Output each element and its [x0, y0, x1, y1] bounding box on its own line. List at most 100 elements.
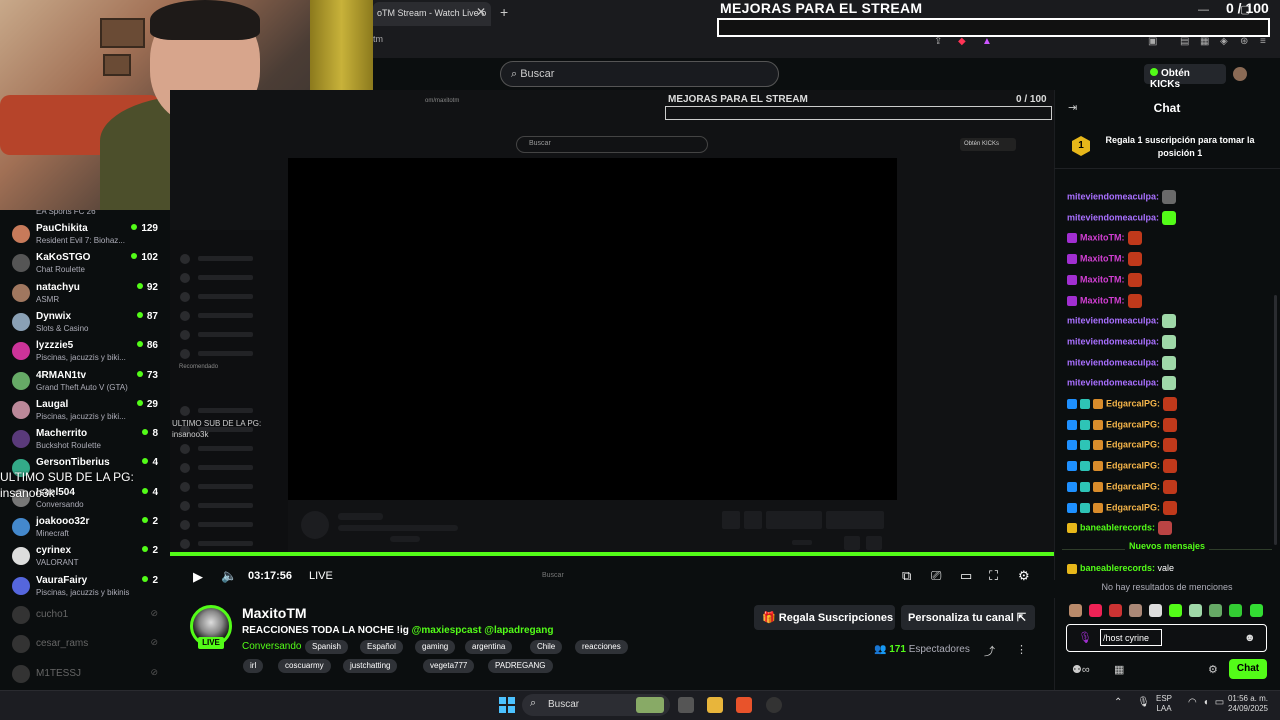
chat-mod-tools-icon[interactable]: ⚉∞: [1072, 663, 1090, 676]
emote-icon[interactable]: [1229, 604, 1242, 617]
pip-icon[interactable]: ⧉: [902, 568, 911, 584]
chat-username[interactable]: miteviendomeaculpa: [1067, 357, 1156, 367]
emote-icon[interactable]: [1129, 604, 1142, 617]
sidebar-channel-item[interactable]: joakooo32r Minecraft 2: [0, 513, 170, 542]
sidebar-channel-item[interactable]: Dynwix Slots & Casino 87: [0, 308, 170, 337]
chat-username[interactable]: EdgarcalPG: [1106, 398, 1157, 408]
wallet-icon[interactable]: ▦: [1200, 36, 1209, 47]
network-volume-battery-icons[interactable]: ◠◖▭: [1188, 697, 1230, 708]
tray-icons[interactable]: ⌃ 🎙: [1114, 697, 1156, 708]
emote-icon[interactable]: [1069, 604, 1082, 617]
search-highlight-icon[interactable]: [636, 697, 664, 713]
stream-tag[interactable]: justchatting: [343, 659, 398, 673]
sidebar-channel-item[interactable]: 4RMAN1tv Grand Theft Auto V (GTA) 73: [0, 367, 170, 396]
chat-username[interactable]: miteviendomeaculpa: [1067, 212, 1156, 222]
sidebar-channel-item[interactable]: Macherrito Buckshot Roulette 8: [0, 425, 170, 454]
chat-username[interactable]: EdgarcalPG: [1106, 440, 1157, 450]
send-chat-button[interactable]: Chat: [1229, 659, 1267, 679]
chat-username[interactable]: miteviendomeaculpa: [1067, 191, 1156, 201]
share-page-icon[interactable]: ⇪: [934, 36, 942, 47]
stream-category[interactable]: Conversando: [242, 641, 301, 652]
chat-username[interactable]: miteviendomeaculpa: [1067, 316, 1156, 326]
chat-username[interactable]: EdgarcalPG: [1106, 502, 1157, 512]
stream-tag[interactable]: gaming: [415, 640, 456, 654]
chat-input-value[interactable]: /host cyrine: [1100, 629, 1162, 646]
fullscreen-icon[interactable]: ⛶: [989, 568, 998, 584]
chat-username[interactable]: EdgarcalPG: [1106, 419, 1157, 429]
chat-store-icon[interactable]: ▦: [1114, 663, 1124, 676]
brave-browser-icon[interactable]: [736, 697, 752, 713]
search-input[interactable]: ⌕ Buscar: [500, 61, 779, 87]
emote-icon[interactable]: [1109, 604, 1122, 617]
emote-icon[interactable]: [1089, 604, 1102, 617]
live-indicator[interactable]: LIVE: [309, 570, 333, 582]
user-avatar[interactable]: [1233, 67, 1247, 81]
volume-icon[interactable]: 🔈: [221, 568, 237, 584]
sidebar-channel-item[interactable]: lyzzzie5 Piscinas, jacuzzis y biki... 86: [0, 337, 170, 366]
system-clock[interactable]: 01:56 a. m. 24/09/2025: [1226, 694, 1268, 714]
stream-tag[interactable]: Español: [360, 640, 403, 654]
obs-icon[interactable]: [766, 697, 782, 713]
windows-start-icon[interactable]: [499, 697, 515, 713]
sidebar-toggle-icon[interactable]: ▤: [1180, 36, 1189, 47]
sidebar-offline-item[interactable]: M1TESSJ ⊘: [0, 660, 170, 689]
title-mention-1[interactable]: @maxiespcast: [412, 625, 482, 636]
clip-icon[interactable]: ⎚: [931, 568, 941, 584]
playback-progress-bar[interactable]: [170, 552, 1054, 556]
settings-gear-icon[interactable]: ⚙: [1018, 568, 1030, 584]
sidebar-offline-item[interactable]: cesar_rams ⊘: [0, 630, 170, 659]
customize-channel-button[interactable]: Personaliza tu canal ⇱: [901, 605, 1035, 630]
tab-close-icon[interactable]: ✕: [476, 5, 486, 19]
chat-scrollbar[interactable]: [1274, 295, 1277, 545]
emote-icon[interactable]: [1169, 604, 1182, 617]
more-options-icon[interactable]: ⋮: [1016, 643, 1027, 656]
sidebar-channel-item[interactable]: cyrinex VALORANT 2: [0, 542, 170, 571]
sidebar-channel-item[interactable]: Laugal Piscinas, jacuzzis y biki... 29: [0, 396, 170, 425]
stream-tag[interactable]: reacciones: [575, 640, 628, 654]
get-kicks-button[interactable]: Obtén KICKs: [1144, 64, 1226, 90]
sidebar-channel-item[interactable]: VauraFairy Piscinas, jacuzzis y bikinis 2: [0, 572, 170, 601]
stream-tag[interactable]: vegeta777: [423, 659, 475, 673]
browser-tab[interactable]: oTM Stream - Watch Live o: [373, 2, 491, 26]
share-icon[interactable]: ⤴: [984, 643, 995, 659]
stream-tag[interactable]: coscuarmy: [278, 659, 331, 673]
emote-icon[interactable]: [1250, 604, 1263, 617]
emote-icon[interactable]: [1209, 604, 1222, 617]
address-bar[interactable]: tm: [373, 34, 383, 44]
stream-tag[interactable]: irl: [243, 659, 264, 673]
extensions-icon[interactable]: ▣: [1148, 36, 1157, 47]
gift-subs-button[interactable]: 🎁 Regala Suscripciones: [754, 605, 895, 630]
chat-settings-icon[interactable]: ⚙: [1208, 663, 1218, 676]
stream-tag[interactable]: Spanish: [305, 640, 348, 654]
emoji-picker-icon[interactable]: ☻: [1244, 632, 1256, 644]
new-tab-icon[interactable]: +: [500, 4, 508, 20]
chat-username[interactable]: EdgarcalPG: [1106, 481, 1157, 491]
chat-username[interactable]: MaxitoTM: [1080, 295, 1122, 305]
chat-username[interactable]: MaxitoTM: [1080, 253, 1122, 263]
chat-username[interactable]: baneablerecords: [1080, 523, 1152, 533]
channel-name[interactable]: MaxitoTM: [242, 605, 307, 621]
chat-username[interactable]: miteviendomeaculpa: [1067, 336, 1156, 346]
sidebar-channel-item[interactable]: KaKoSTGO Chat Roulette 102: [0, 249, 170, 278]
task-view-icon[interactable]: [678, 697, 694, 713]
chat-username[interactable]: miteviendomeaculpa: [1067, 378, 1156, 388]
stream-tag[interactable]: PADREGANG: [488, 659, 553, 673]
leo-icon[interactable]: ⊛: [1240, 36, 1248, 47]
menu-icon[interactable]: ≡: [1260, 36, 1266, 47]
sidebar-channel-item[interactable]: natachyu ASMR 92: [0, 279, 170, 308]
chat-username[interactable]: EdgarcalPG: [1106, 460, 1157, 470]
play-icon[interactable]: ▶: [193, 569, 203, 585]
title-mention-2[interactable]: @lapadregang: [484, 625, 553, 636]
emote-icon[interactable]: [1149, 604, 1162, 617]
sidebar-offline-item[interactable]: cucho1 ⊘: [0, 601, 170, 630]
file-explorer-icon[interactable]: [707, 697, 723, 713]
mic-icon[interactable]: 🎙: [1078, 631, 1092, 644]
stream-tag[interactable]: argentina: [465, 640, 513, 654]
keyboard-language[interactable]: ESP LAA: [1156, 694, 1172, 714]
new-messages-label[interactable]: Nuevos mensajes: [1054, 541, 1280, 557]
theater-mode-icon[interactable]: ▭: [960, 568, 972, 584]
stream-tag[interactable]: Chile: [530, 640, 563, 654]
brave-shield-icon[interactable]: ◆: [958, 36, 966, 47]
vpn-icon[interactable]: ◈: [1220, 36, 1228, 47]
chat-input[interactable]: [1066, 624, 1267, 652]
